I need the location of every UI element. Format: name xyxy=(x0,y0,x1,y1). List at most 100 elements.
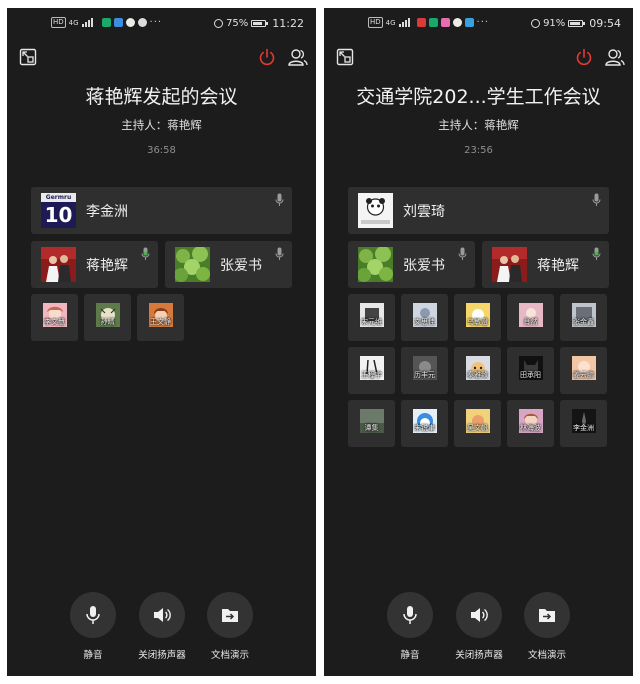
avatar xyxy=(358,193,393,228)
speaker-button-circle xyxy=(139,592,185,638)
participant-name: 乌敏澄 xyxy=(467,318,488,326)
participant-name: 秦雅致 xyxy=(467,371,488,379)
participant-tile[interactable]: 李金洲 xyxy=(560,400,607,447)
alarm-icon xyxy=(214,19,224,28)
speaker-label: 关闭扬声器 xyxy=(138,650,186,661)
document-share-button[interactable]: 文档演示 xyxy=(195,592,265,661)
meeting-title: 蒋艳辉发起的会议 xyxy=(85,86,238,108)
meeting-timer: 36:58 xyxy=(147,145,176,156)
participant-tile[interactable]: 王程宇 xyxy=(348,347,395,394)
participant-tile[interactable]: 谭集 xyxy=(348,400,395,447)
participant-card[interactable]: 张爱书 xyxy=(165,241,292,288)
participant-tile[interactable]: 李文慧 xyxy=(31,294,78,341)
participant-name: 历丰元 xyxy=(414,371,435,379)
hd-icon: HD xyxy=(51,17,66,28)
app-notification-icon xyxy=(101,18,111,27)
participant-name: 蒋艳辉 xyxy=(537,258,579,274)
participant-tile[interactable]: 孙晴 xyxy=(84,294,131,341)
avatar: Germru 10 xyxy=(41,193,76,228)
share-doc-icon xyxy=(539,609,555,622)
participant-tile[interactable]: 文思佳 xyxy=(401,294,448,341)
battery-icon xyxy=(568,20,586,27)
speaker-off-button[interactable]: 关闭扬声器 xyxy=(127,592,197,661)
avatar-jersey-text: Germru xyxy=(41,193,76,202)
meeting-timer: 23:56 xyxy=(464,145,493,156)
more-notifications-icon: ··· xyxy=(476,17,490,28)
document-button-circle xyxy=(524,592,570,638)
members-icon[interactable] xyxy=(288,48,308,66)
participant-name: 孙晴 xyxy=(100,318,115,326)
participant-name: 姜云鹏 xyxy=(573,371,594,379)
app-notification-icon xyxy=(113,18,123,27)
speaker-icon xyxy=(154,608,171,622)
call-controls: 静音 关闭扬声器 文档演示 xyxy=(324,592,633,662)
mute-button[interactable]: 静音 xyxy=(375,592,445,661)
participant-tile[interactable]: 宋锐聿 xyxy=(401,400,448,447)
host-line: 主持人：蒋艳辉 xyxy=(7,117,316,133)
participant-name: 王程宇 xyxy=(361,371,382,379)
avatar-jersey-number: 10 xyxy=(44,203,73,227)
participant-tile[interactable]: 姜云鹏 xyxy=(560,347,607,394)
participant-name: 吴文帆 xyxy=(467,424,488,432)
speaker-icon xyxy=(471,608,488,622)
participant-name: 田承阳 xyxy=(520,371,541,379)
mute-button-circle xyxy=(70,592,116,638)
participant-card[interactable]: Germru 10 李金洲 xyxy=(31,187,292,234)
participant-tile[interactable]: 吴文帆 xyxy=(454,400,501,447)
document-label: 文档演示 xyxy=(527,650,566,661)
participant-name: 林海波 xyxy=(520,424,541,432)
participant-name: 李金洲 xyxy=(573,424,594,432)
participant-tile[interactable]: 乌敏澄 xyxy=(454,294,501,341)
participant-card[interactable]: 张爱书 xyxy=(348,241,475,288)
battery-icon xyxy=(251,20,269,27)
participant-card[interactable]: 蒋艳辉 xyxy=(482,241,609,288)
participant-tile[interactable]: 田承阳 xyxy=(507,347,554,394)
participant-name: 蒋艳辉 xyxy=(86,258,128,274)
mic-active-icon xyxy=(592,247,601,260)
minimize-window-icon[interactable] xyxy=(336,48,354,66)
participant-tile[interactable]: 肖然 xyxy=(507,294,554,341)
phone-screen-left: HD 4G ··· 75% 11:22 蒋艳辉发起的会议 主持人：蒋艳辉 36:… xyxy=(7,8,316,676)
app-notification-icon xyxy=(440,18,450,27)
status-bar: HD 4G ··· 75% 11:22 xyxy=(7,8,316,36)
participant-tile[interactable]: 王文静 xyxy=(137,294,184,341)
app-notification-icon xyxy=(125,18,135,27)
host-label: 主持人： xyxy=(121,118,168,132)
participant-card[interactable]: 蒋艳辉 xyxy=(31,241,158,288)
app-notification-icon xyxy=(464,18,474,27)
mute-label: 静音 xyxy=(83,650,103,661)
app-notification-icon xyxy=(452,18,462,27)
signal-icon xyxy=(81,18,93,27)
document-button-circle xyxy=(207,592,253,638)
end-meeting-power-icon[interactable] xyxy=(575,48,593,66)
document-share-button[interactable]: 文档演示 xyxy=(512,592,582,661)
participant-tile[interactable]: 历丰元 xyxy=(401,347,448,394)
mic-icon xyxy=(275,247,284,260)
participant-name: 张爱书 xyxy=(403,258,445,274)
document-label: 文档演示 xyxy=(210,650,249,661)
participant-tile[interactable]: 宋元维 xyxy=(348,294,395,341)
clock: 09:54 xyxy=(589,17,621,30)
participant-tile[interactable]: 张金鑫 xyxy=(560,294,607,341)
participant-tile[interactable]: 秦雅致 xyxy=(454,347,501,394)
speaker-off-button[interactable]: 关闭扬声器 xyxy=(444,592,514,661)
mic-icon xyxy=(592,193,601,206)
participant-card[interactable]: 刘雲琦 xyxy=(348,187,609,234)
participant-name: 李文慧 xyxy=(44,318,65,326)
mic-icon xyxy=(403,606,417,624)
minimize-window-icon[interactable] xyxy=(19,48,37,66)
network-type: 4G xyxy=(385,18,396,27)
chat-bubble-icon xyxy=(137,18,147,27)
end-meeting-power-icon[interactable] xyxy=(258,48,276,66)
mute-button-circle xyxy=(387,592,433,638)
mic-icon xyxy=(458,247,467,260)
mic-icon xyxy=(86,606,100,624)
participant-tile[interactable]: 林海波 xyxy=(507,400,554,447)
participant-name: 张爱书 xyxy=(220,258,262,274)
members-icon[interactable] xyxy=(605,48,625,66)
mute-button[interactable]: 静音 xyxy=(58,592,128,661)
host-line: 主持人：蒋艳辉 xyxy=(324,117,633,133)
participant-name: 宋元维 xyxy=(361,318,382,326)
hd-icon: HD xyxy=(368,17,383,28)
host-label: 主持人： xyxy=(438,118,485,132)
